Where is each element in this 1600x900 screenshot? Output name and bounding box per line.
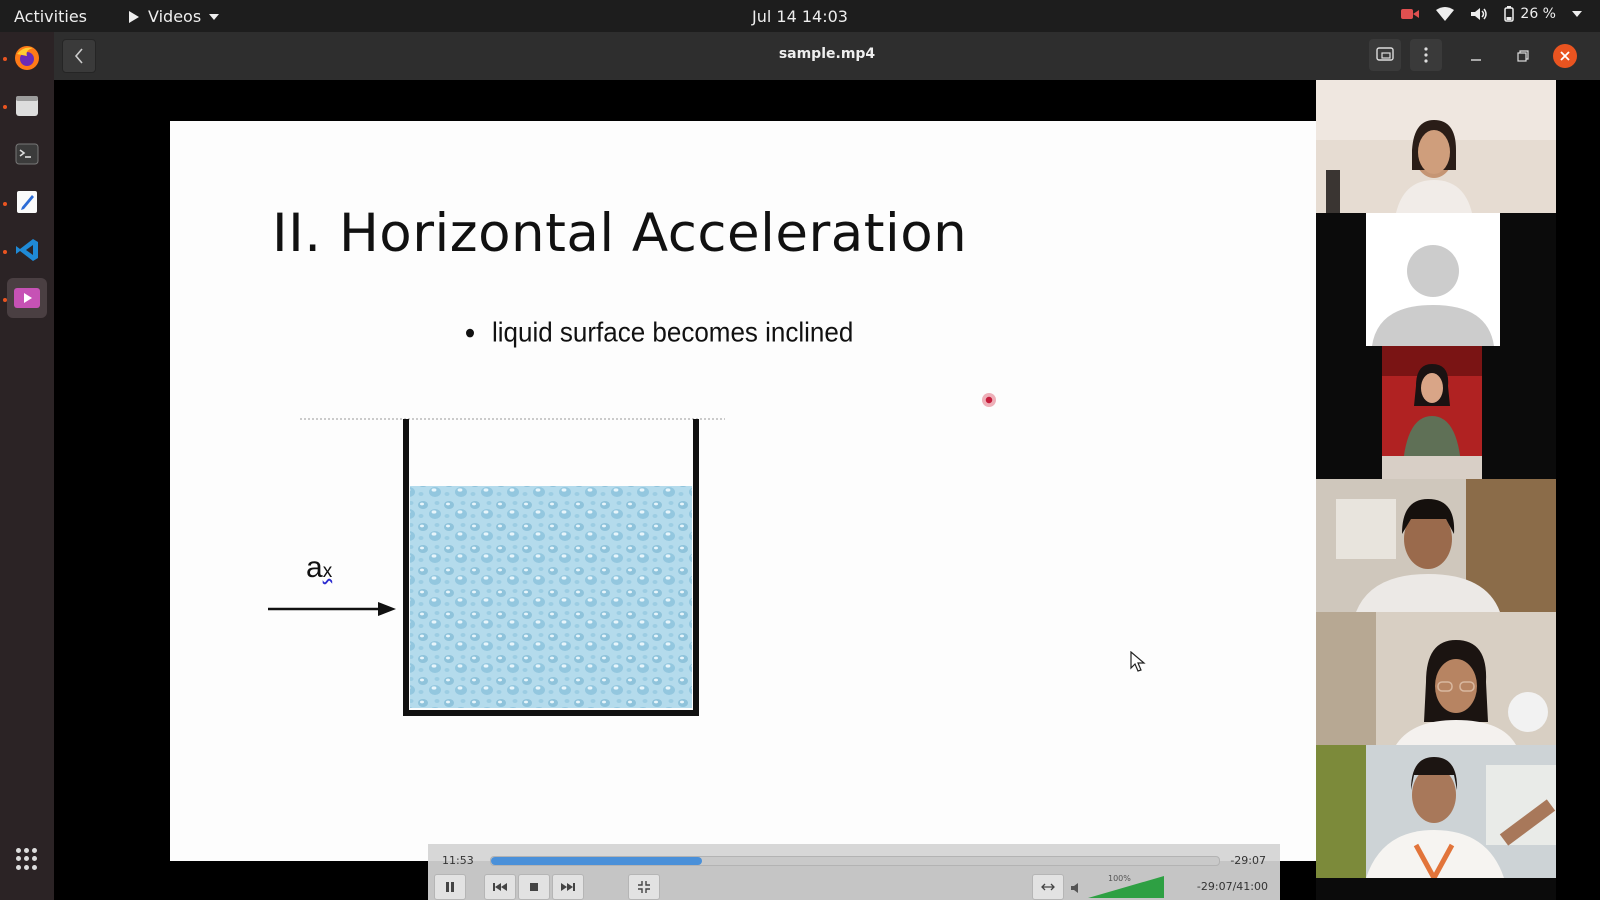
volume-slider[interactable] bbox=[1088, 876, 1168, 898]
loop-button[interactable] bbox=[1032, 874, 1064, 900]
play-icon bbox=[129, 10, 139, 23]
speaker-icon[interactable] bbox=[1070, 882, 1082, 894]
seek-bar-progress bbox=[491, 857, 703, 865]
player-controls: 11:53 -29:07 100% -29:07/41:00 bbox=[428, 844, 1280, 900]
minimize-icon bbox=[1471, 59, 1481, 61]
next-button[interactable] bbox=[552, 874, 584, 900]
vscode-icon bbox=[16, 239, 38, 261]
participant-video bbox=[1316, 479, 1556, 612]
battery-icon bbox=[1504, 6, 1515, 22]
volume-icon bbox=[1471, 8, 1488, 20]
files-icon bbox=[16, 96, 38, 116]
participant-video bbox=[1316, 612, 1556, 745]
laser-pointer bbox=[982, 393, 996, 407]
pause-button[interactable] bbox=[434, 874, 466, 900]
dock-item-text-editor[interactable] bbox=[7, 182, 47, 222]
unfullscreen-button[interactable] bbox=[1369, 39, 1401, 71]
close-icon bbox=[1560, 51, 1570, 61]
fullscreen-exit-icon bbox=[638, 881, 650, 893]
chevron-down-icon bbox=[209, 13, 220, 20]
clock[interactable]: Jul 14 14:03 bbox=[752, 7, 848, 26]
dock-item-videos[interactable] bbox=[7, 278, 47, 318]
dock-item-terminal[interactable] bbox=[7, 134, 47, 174]
maximize-button[interactable] bbox=[1509, 42, 1537, 70]
dock-item-vscode[interactable] bbox=[7, 230, 47, 270]
repeat-icon bbox=[1041, 883, 1055, 891]
participant-video bbox=[1316, 80, 1556, 213]
acceleration-label-main: a bbox=[306, 551, 323, 584]
participant-video bbox=[1316, 745, 1556, 878]
activities-button[interactable]: Activities bbox=[14, 7, 87, 26]
wifi-icon bbox=[1436, 7, 1455, 21]
window-title: sample.mp4 bbox=[778, 46, 876, 62]
acceleration-label: ax bbox=[306, 551, 332, 585]
stop-icon bbox=[530, 883, 538, 891]
stop-button[interactable] bbox=[518, 874, 550, 900]
bullet-dot bbox=[466, 328, 474, 337]
bullet-text: liquid surface becomes inclined bbox=[492, 315, 854, 349]
restore-icon bbox=[1517, 50, 1529, 62]
battery-percent: 26 % bbox=[1520, 6, 1556, 22]
participant-video bbox=[1382, 346, 1482, 479]
presentation-slide: II. Horizontal Acceleration liquid surfa… bbox=[170, 121, 1320, 861]
screen-record-icon bbox=[1401, 9, 1420, 19]
text-editor-icon bbox=[17, 191, 37, 213]
terminal-icon bbox=[15, 143, 39, 165]
elapsed-time: 11:53 bbox=[442, 854, 474, 867]
system-tray[interactable]: 26 % bbox=[1400, 6, 1582, 22]
skip-forward-icon bbox=[561, 883, 575, 891]
dock-item-firefox[interactable] bbox=[7, 38, 47, 78]
video-area[interactable]: II. Horizontal Acceleration liquid surfa… bbox=[54, 80, 1600, 900]
app-menu[interactable]: Videos bbox=[128, 7, 220, 26]
seek-bar[interactable] bbox=[490, 856, 1220, 866]
fullscreen-button[interactable] bbox=[628, 874, 660, 900]
acceleration-label-sub: x bbox=[322, 561, 333, 582]
window-headerbar: sample.mp4 bbox=[54, 32, 1600, 80]
dock bbox=[0, 32, 54, 900]
remaining-time: -29:07 bbox=[1230, 854, 1266, 867]
picture-in-picture-icon bbox=[1376, 47, 1394, 61]
firefox-icon bbox=[15, 46, 39, 70]
participants-panel bbox=[1316, 80, 1556, 900]
mouse-cursor-icon bbox=[1130, 651, 1146, 672]
slide-title: II. Horizontal Acceleration bbox=[272, 203, 968, 264]
menu-button[interactable] bbox=[1410, 39, 1442, 71]
videos-icon bbox=[14, 288, 40, 308]
top-bar: Activities Videos Jul 14 14:03 26 % bbox=[0, 0, 1600, 32]
total-time: -29:07/41:00 bbox=[1196, 880, 1268, 893]
slide-bullet: liquid surface becomes inclined bbox=[466, 316, 853, 349]
close-button[interactable] bbox=[1553, 44, 1577, 68]
skip-back-icon bbox=[493, 883, 507, 891]
dock-item-files[interactable] bbox=[7, 86, 47, 126]
back-button[interactable] bbox=[62, 39, 96, 73]
minimize-button[interactable] bbox=[1462, 42, 1490, 70]
chevron-down-icon bbox=[1572, 11, 1582, 17]
show-applications-icon[interactable] bbox=[16, 848, 38, 870]
participant-avatar bbox=[1366, 213, 1500, 346]
pause-icon bbox=[446, 882, 454, 892]
app-menu-label: Videos bbox=[148, 7, 202, 26]
more-vertical-icon bbox=[1424, 47, 1428, 63]
chevron-left-icon bbox=[74, 48, 83, 64]
previous-button[interactable] bbox=[484, 874, 516, 900]
